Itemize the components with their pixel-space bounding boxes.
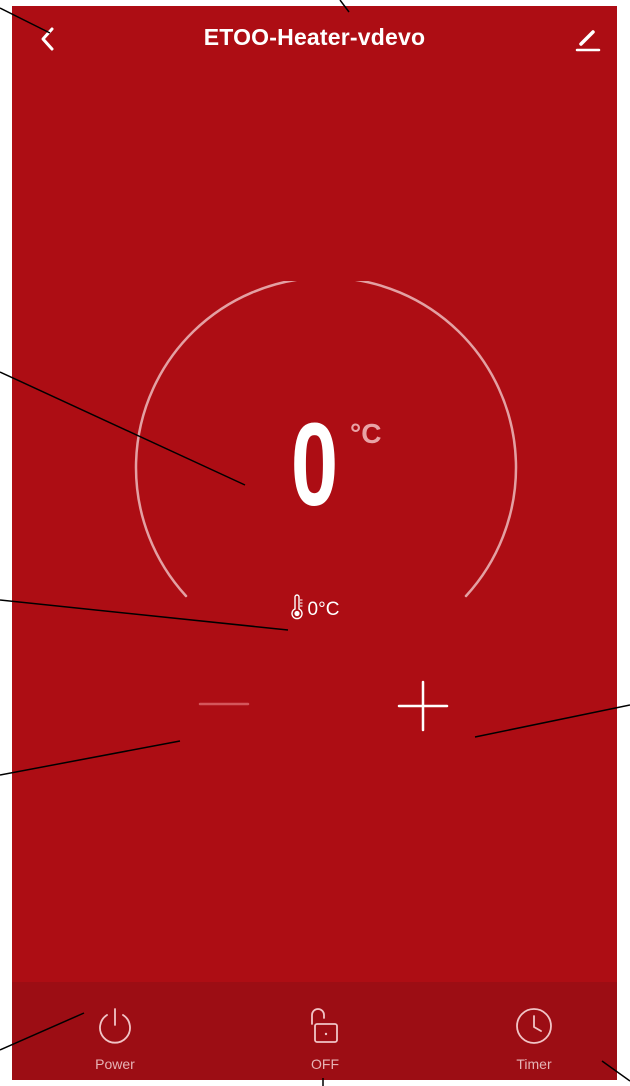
temperature-unit: °C [350, 418, 382, 449]
pencil-icon [575, 30, 601, 52]
bottom-bar: Power OFF Timer [12, 982, 617, 1080]
lock-label: OFF [311, 1056, 339, 1072]
unlocked-padlock-icon [311, 1008, 338, 1043]
set-temperature-value: 0 [290, 399, 339, 531]
power-icon [99, 1008, 131, 1044]
thermometer-icon [290, 594, 303, 620]
decrease-temperature-button[interactable] [192, 684, 252, 724]
power-button[interactable]: Power [55, 982, 175, 1080]
heater-control-screen: ETOO-Heater-vdevo 0 °C 0°C Power OFF Tim… [12, 6, 617, 1080]
clock-icon [516, 1008, 552, 1044]
increase-temperature-button[interactable] [395, 678, 451, 734]
timer-label: Timer [516, 1056, 552, 1072]
power-label: Power [95, 1056, 135, 1072]
edit-button[interactable] [573, 20, 603, 54]
current-temperature-value: 0°C [307, 599, 340, 620]
top-bar: ETOO-Heater-vdevo [12, 6, 617, 70]
page-title: ETOO-Heater-vdevo [203, 24, 426, 50]
minus-icon [198, 702, 250, 706]
plus-icon [397, 680, 449, 732]
current-temperature: 0°C [12, 594, 617, 621]
lock-button[interactable]: OFF [265, 982, 385, 1080]
timer-button[interactable]: Timer [474, 982, 594, 1080]
